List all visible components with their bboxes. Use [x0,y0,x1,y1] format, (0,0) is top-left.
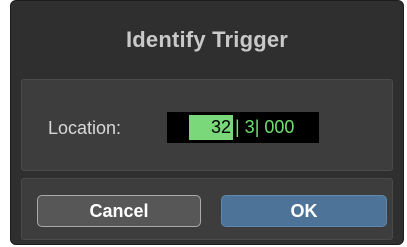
location-selected-segment[interactable]: 32 [189,115,233,140]
location-panel: Location: 32 | 3| 000 [21,79,393,171]
dialog-title: Identify Trigger [125,27,289,52]
location-field[interactable]: 32 | 3| 000 [167,112,319,143]
cancel-button[interactable]: Cancel [37,195,201,227]
location-remaining-text[interactable]: | 3| 000 [235,115,294,140]
button-bar: Cancel OK [21,178,393,240]
identify-trigger-dialog: Identify Trigger Location: 32 | 3| 000 C… [10,0,404,245]
location-label: Location: [48,118,122,138]
ok-button[interactable]: OK [221,195,387,227]
